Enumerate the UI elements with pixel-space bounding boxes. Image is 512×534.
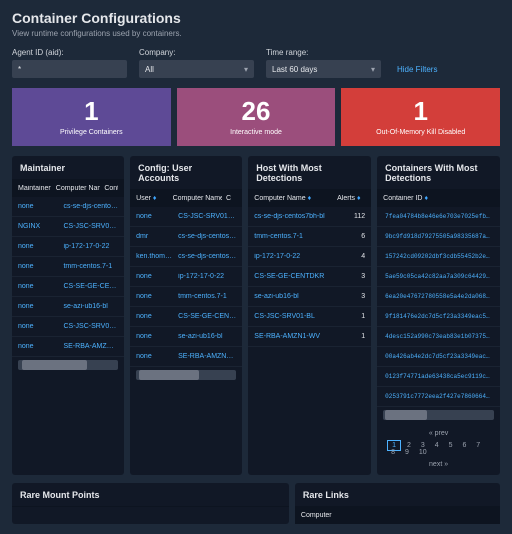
table-row[interactable]: noneCS-JSC-SRV01-BL: [12, 317, 124, 337]
company-label: Company:: [139, 48, 254, 57]
container-id[interactable]: 4desc152a990c73eab83e1b073750f2cc: [377, 327, 500, 347]
table-row[interactable]: dmrcs-se-djs-centos7bh-bl: [130, 227, 242, 247]
table-row[interactable]: nonecs-se-djs-centos7bh-bl: [12, 197, 124, 217]
company-value: All: [145, 65, 154, 74]
panel-rare-links: Rare Links Computer: [295, 483, 500, 524]
container-id[interactable]: 9f181476e2dc7d5cf23a3349eac597e: [377, 307, 500, 327]
container-id[interactable]: 5ae59c05ca42c82aa7a309c644298fb: [377, 267, 500, 287]
page-4[interactable]: 4: [431, 441, 443, 450]
chevron-down-icon: ▾: [244, 65, 248, 74]
table-row[interactable]: cs-se-djs-centos7bh-bl112: [248, 207, 371, 227]
stat-interactive[interactable]: 26Interactive mode: [177, 88, 336, 146]
next[interactable]: next »: [425, 460, 452, 469]
hscroll[interactable]: [383, 410, 494, 420]
table-row[interactable]: CS-SE-GE-CENTDKR3: [248, 267, 371, 287]
table-row[interactable]: noneSE-RBA-AMZN1-WV: [12, 337, 124, 357]
filter-bar: Agent ID (aid): Company: All ▾ Time rang…: [12, 48, 500, 78]
table-row[interactable]: nonetmm-centos.7-1: [130, 287, 242, 307]
agent-input[interactable]: [12, 60, 127, 78]
container-id[interactable]: 7fea04784b8e46e6e703e7025efb21c: [377, 207, 500, 227]
table-row[interactable]: nonese-azi-ub16-bl: [130, 327, 242, 347]
sort-icon[interactable]: ♦: [424, 195, 428, 202]
stat-privilege[interactable]: 1Privilege Containers: [12, 88, 171, 146]
container-id[interactable]: 00a426ab4e2dc7d5cf23a3349eac597e: [377, 347, 500, 367]
panel-containers: Containers With Most Detections Containe…: [377, 156, 500, 475]
table-row[interactable]: NGINXCS-JSC-SRV01-BL: [12, 217, 124, 237]
container-id[interactable]: 0123f74771ade63438ca5ec9119c3c83: [377, 367, 500, 387]
page-9[interactable]: 9: [401, 448, 413, 457]
panel-rare-mount: Rare Mount Points: [12, 483, 289, 524]
table-row[interactable]: SE-RBA-AMZN1-WV1: [248, 327, 371, 347]
page-subtitle: View runtime configurations used by cont…: [12, 29, 500, 38]
table-row[interactable]: noneCS-SE-GE-CENTDKR: [12, 277, 124, 297]
page-8[interactable]: 8: [387, 448, 399, 457]
container-id[interactable]: 0253791c7772eea2f427e786066458b: [377, 387, 500, 407]
stats-row: 1Privilege Containers 26Interactive mode…: [12, 88, 500, 146]
table-row[interactable]: ken.thompsoncs-se-djs-centos7bh-bl: [130, 247, 242, 267]
container-id[interactable]: 9bc9fd918d79275505a98335687a6fd: [377, 227, 500, 247]
page-title: Container Configurations: [12, 10, 500, 26]
table-row[interactable]: CS-JSC-SRV01-BL1: [248, 307, 371, 327]
time-value: Last 60 days: [272, 65, 317, 74]
sort-icon[interactable]: ♦: [357, 195, 361, 202]
container-id[interactable]: 157242cd09202dbf3cdb55452b2e9bc0: [377, 247, 500, 267]
chevron-down-icon: ▾: [371, 65, 375, 74]
table-row[interactable]: nonese-azi-ub16-bl: [12, 297, 124, 317]
panel-host: Host With Most Detections Computer Name♦…: [248, 156, 371, 475]
page-5[interactable]: 5: [445, 441, 457, 450]
table-row[interactable]: nonetmm-centos.7-1: [12, 257, 124, 277]
page-7[interactable]: 7: [472, 441, 484, 450]
page-10[interactable]: 10: [415, 448, 431, 457]
company-select[interactable]: All ▾: [139, 60, 254, 78]
table-row[interactable]: noneCS-JSC-SRV01-BL: [130, 207, 242, 227]
table-row[interactable]: ip-172-17-0-224: [248, 247, 371, 267]
page-6[interactable]: 6: [458, 441, 470, 450]
sort-icon[interactable]: ♦: [153, 195, 157, 202]
hide-filters-link[interactable]: Hide Filters: [397, 65, 437, 74]
table-row[interactable]: tmm-centos.7-16: [248, 227, 371, 247]
panel-maintainer: Maintainer Maintainer♦ Computer Name♦ Co…: [12, 156, 124, 475]
table-row[interactable]: noneip-172-17-0-22: [12, 237, 124, 257]
container-id[interactable]: 6ea20e47672780558e5a4e2da0685f1: [377, 287, 500, 307]
table-row[interactable]: noneSE-RBA-AMZN1-WV: [130, 347, 242, 367]
pager: « prev 1 2 3 4 5 6 7 8 9 10 next »: [377, 423, 500, 475]
sort-icon[interactable]: ♦: [308, 195, 312, 202]
agent-label: Agent ID (aid):: [12, 48, 127, 57]
table-row[interactable]: noneip-172-17-0-22: [130, 267, 242, 287]
time-select[interactable]: Last 60 days ▾: [266, 60, 381, 78]
hscroll[interactable]: [18, 360, 118, 370]
panel-config: Config: User Accounts User♦ Computer Nam…: [130, 156, 242, 475]
prev[interactable]: « prev: [425, 429, 452, 438]
table-row[interactable]: se-azi-ub16-bl3: [248, 287, 371, 307]
table-row[interactable]: noneCS-SE-GE-CENTDKR: [130, 307, 242, 327]
time-label: Time range:: [266, 48, 381, 57]
stat-oom[interactable]: 1Out-Of-Memory Kill Disabled: [341, 88, 500, 146]
hscroll[interactable]: [136, 370, 236, 380]
